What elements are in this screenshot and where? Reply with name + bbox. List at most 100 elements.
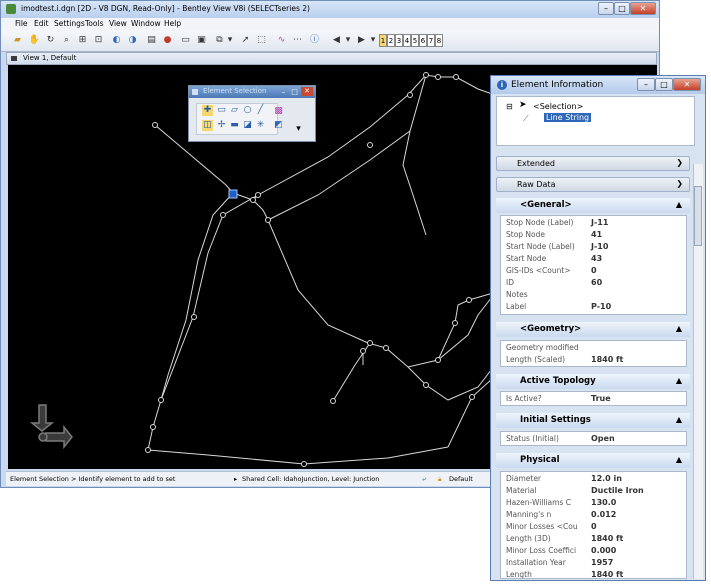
panel-close-button[interactable]: ✕ xyxy=(673,78,701,91)
view-next-icon[interactable]: ◑ xyxy=(126,34,139,47)
print-icon[interactable]: ▤ xyxy=(145,34,158,47)
property-row[interactable]: Diameter 12.0 in xyxy=(501,473,686,485)
subtract-selection-icon[interactable]: ▬ xyxy=(229,120,240,131)
selection-box-icon[interactable]: ⬚ xyxy=(255,34,268,47)
property-row[interactable]: Length (Scaled) 1840 ft xyxy=(501,354,686,366)
view-8-button[interactable]: 8 xyxy=(435,34,443,47)
menu-file[interactable]: File xyxy=(15,19,28,28)
property-row[interactable]: Stop Node (Label) J-11 xyxy=(501,217,686,229)
property-row[interactable]: GIS-IDs <Count> 0 xyxy=(501,265,686,277)
dropdown-arrow-icon[interactable]: ▾ xyxy=(226,34,234,47)
property-row[interactable]: Start Node (Label) J-10 xyxy=(501,241,686,253)
property-row[interactable]: Start Node 43 xyxy=(501,253,686,265)
toolbox-close-icon[interactable]: ✕ xyxy=(301,87,313,96)
view-title-bar[interactable]: View 1, Default xyxy=(6,52,657,65)
snap-icon[interactable]: ⤶ xyxy=(422,475,426,484)
group-physical-header[interactable]: Physical ▲ xyxy=(496,453,690,468)
circle-select-icon[interactable]: ○ xyxy=(242,105,253,116)
invert-selection-icon[interactable]: ◪ xyxy=(242,120,253,131)
open-folder-icon[interactable]: ▰ xyxy=(11,34,24,47)
view-5-button[interactable]: 5 xyxy=(411,34,419,47)
new-selection-icon[interactable]: ◫ xyxy=(202,120,213,131)
tree-collapse-icon[interactable]: ⊟ xyxy=(506,102,513,111)
panel-maximize-button[interactable]: □ xyxy=(655,78,673,91)
extended-section[interactable]: Extended ❯ xyxy=(496,156,690,171)
lock-icon[interactable]: 🔒︎ xyxy=(438,475,441,484)
view-2-button[interactable]: 2 xyxy=(387,34,395,47)
property-row[interactable]: ID 60 xyxy=(501,277,686,289)
view-previous-icon[interactable]: ◐ xyxy=(110,34,123,47)
individual-select-icon[interactable]: ✚ xyxy=(202,105,213,116)
element-information-titlebar[interactable]: i Element Information – □ ✕ xyxy=(491,76,705,94)
property-row[interactable]: Label P-10 xyxy=(501,301,686,313)
menu-help[interactable]: Help xyxy=(164,19,181,28)
raw-data-section[interactable]: Raw Data ❯ xyxy=(496,177,690,192)
dimension-icon[interactable]: ⋯ xyxy=(291,34,304,47)
group-initial-settings-header[interactable]: Initial Settings ▲ xyxy=(496,413,690,428)
property-row[interactable]: Length 1840 ft xyxy=(501,569,686,578)
minimize-button[interactable]: – xyxy=(598,2,614,15)
back-icon[interactable]: ◀ xyxy=(330,34,343,47)
forward-dropdown-icon[interactable]: ▾ xyxy=(369,34,377,47)
menu-view[interactable]: View xyxy=(109,19,127,28)
window-area-icon[interactable]: ⊡ xyxy=(92,34,105,47)
close-button[interactable]: ✕ xyxy=(630,2,656,15)
view-4-button[interactable]: 4 xyxy=(403,34,411,47)
tree-selected-item[interactable]: Line String xyxy=(544,113,592,122)
add-selection-icon[interactable]: ✢ xyxy=(216,120,227,131)
measure-icon[interactable]: ∿ xyxy=(275,34,288,47)
maximize-button[interactable]: □ xyxy=(614,2,630,15)
property-row[interactable]: Stop Node 41 xyxy=(501,229,686,241)
menu-tools[interactable]: Tools xyxy=(85,19,103,28)
tree-root[interactable]: <Selection> xyxy=(533,102,583,111)
toolbox-dropdown-icon[interactable]: ▾ xyxy=(293,124,304,135)
clear-selection-icon[interactable]: ◩ xyxy=(273,120,284,131)
view-display-icon[interactable]: ▭ xyxy=(179,34,192,47)
view-1-button[interactable]: 1 xyxy=(379,34,387,47)
filter-icon[interactable]: ▩ xyxy=(273,106,284,117)
menu-settings[interactable]: Settings xyxy=(54,19,85,28)
property-row[interactable]: Geometry modified xyxy=(501,342,686,354)
back-dropdown-icon[interactable]: ▾ xyxy=(344,34,352,47)
active-level[interactable]: Default xyxy=(449,475,473,483)
record-icon[interactable]: ● xyxy=(161,34,174,47)
property-row[interactable]: Status (Initial) Open xyxy=(501,433,686,445)
menu-edit[interactable]: Edit xyxy=(34,19,49,28)
scrollbar-thumb[interactable] xyxy=(694,186,702,246)
fit-view-icon[interactable]: ⊞ xyxy=(76,34,89,47)
toolbox-minimize-icon[interactable]: – xyxy=(279,88,288,96)
view-menu-icon[interactable] xyxy=(11,56,17,61)
title-bar[interactable]: imodtest.i.dgn [2D - V8 DGN, Read-Only] … xyxy=(1,1,659,18)
rotate-view-icon[interactable]: ↻ xyxy=(44,34,57,47)
property-row[interactable]: Minor Loss Coeffici 0.000 xyxy=(501,545,686,557)
property-row[interactable]: Material Ductile Iron xyxy=(501,485,686,497)
property-row[interactable]: Manning's n 0.012 xyxy=(501,509,686,521)
property-row[interactable]: Minor Losses <Cou 0 xyxy=(501,521,686,533)
copy-view-icon[interactable]: ▣ xyxy=(195,34,208,47)
property-row[interactable]: Installation Year 1957 xyxy=(501,557,686,569)
line-select-icon[interactable]: ╱ xyxy=(255,105,266,116)
block-select-icon[interactable]: ▭ xyxy=(216,105,227,116)
select-all-icon[interactable]: ✳ xyxy=(255,120,266,131)
info-icon[interactable]: ⓘ xyxy=(308,34,321,47)
group-geometry-header[interactable]: <Geometry> ▲ xyxy=(496,322,690,337)
property-row[interactable]: Is Active? True xyxy=(501,393,686,405)
toolbox-maximize-icon[interactable]: □ xyxy=(290,88,299,96)
property-row[interactable]: Length (3D) 1840 ft xyxy=(501,533,686,545)
group-active-topology-header[interactable]: Active Topology ▲ xyxy=(496,374,690,389)
zoom-in-icon[interactable]: ⌕ xyxy=(60,34,73,47)
view-6-button[interactable]: 6 xyxy=(419,34,427,47)
view-3-button[interactable]: 3 xyxy=(395,34,403,47)
pan-hand-icon[interactable]: ✋ xyxy=(28,34,41,47)
panel-minimize-button[interactable]: – xyxy=(637,78,655,91)
property-row[interactable]: Notes xyxy=(501,289,686,301)
camera-icon[interactable]: ⧉ xyxy=(213,34,226,47)
shape-select-icon[interactable]: ▱ xyxy=(229,105,240,116)
group-general-header[interactable]: <General> ▲ xyxy=(496,198,690,213)
element-selection-titlebar[interactable]: Element Selection – □ ✕ xyxy=(189,86,315,98)
toolbox-menu-icon[interactable] xyxy=(192,89,198,95)
select-arrow-icon[interactable]: ➚ xyxy=(239,34,252,47)
menu-window[interactable]: Window xyxy=(131,19,161,28)
forward-icon[interactable]: ▶ xyxy=(355,34,368,47)
view-7-button[interactable]: 7 xyxy=(427,34,435,47)
